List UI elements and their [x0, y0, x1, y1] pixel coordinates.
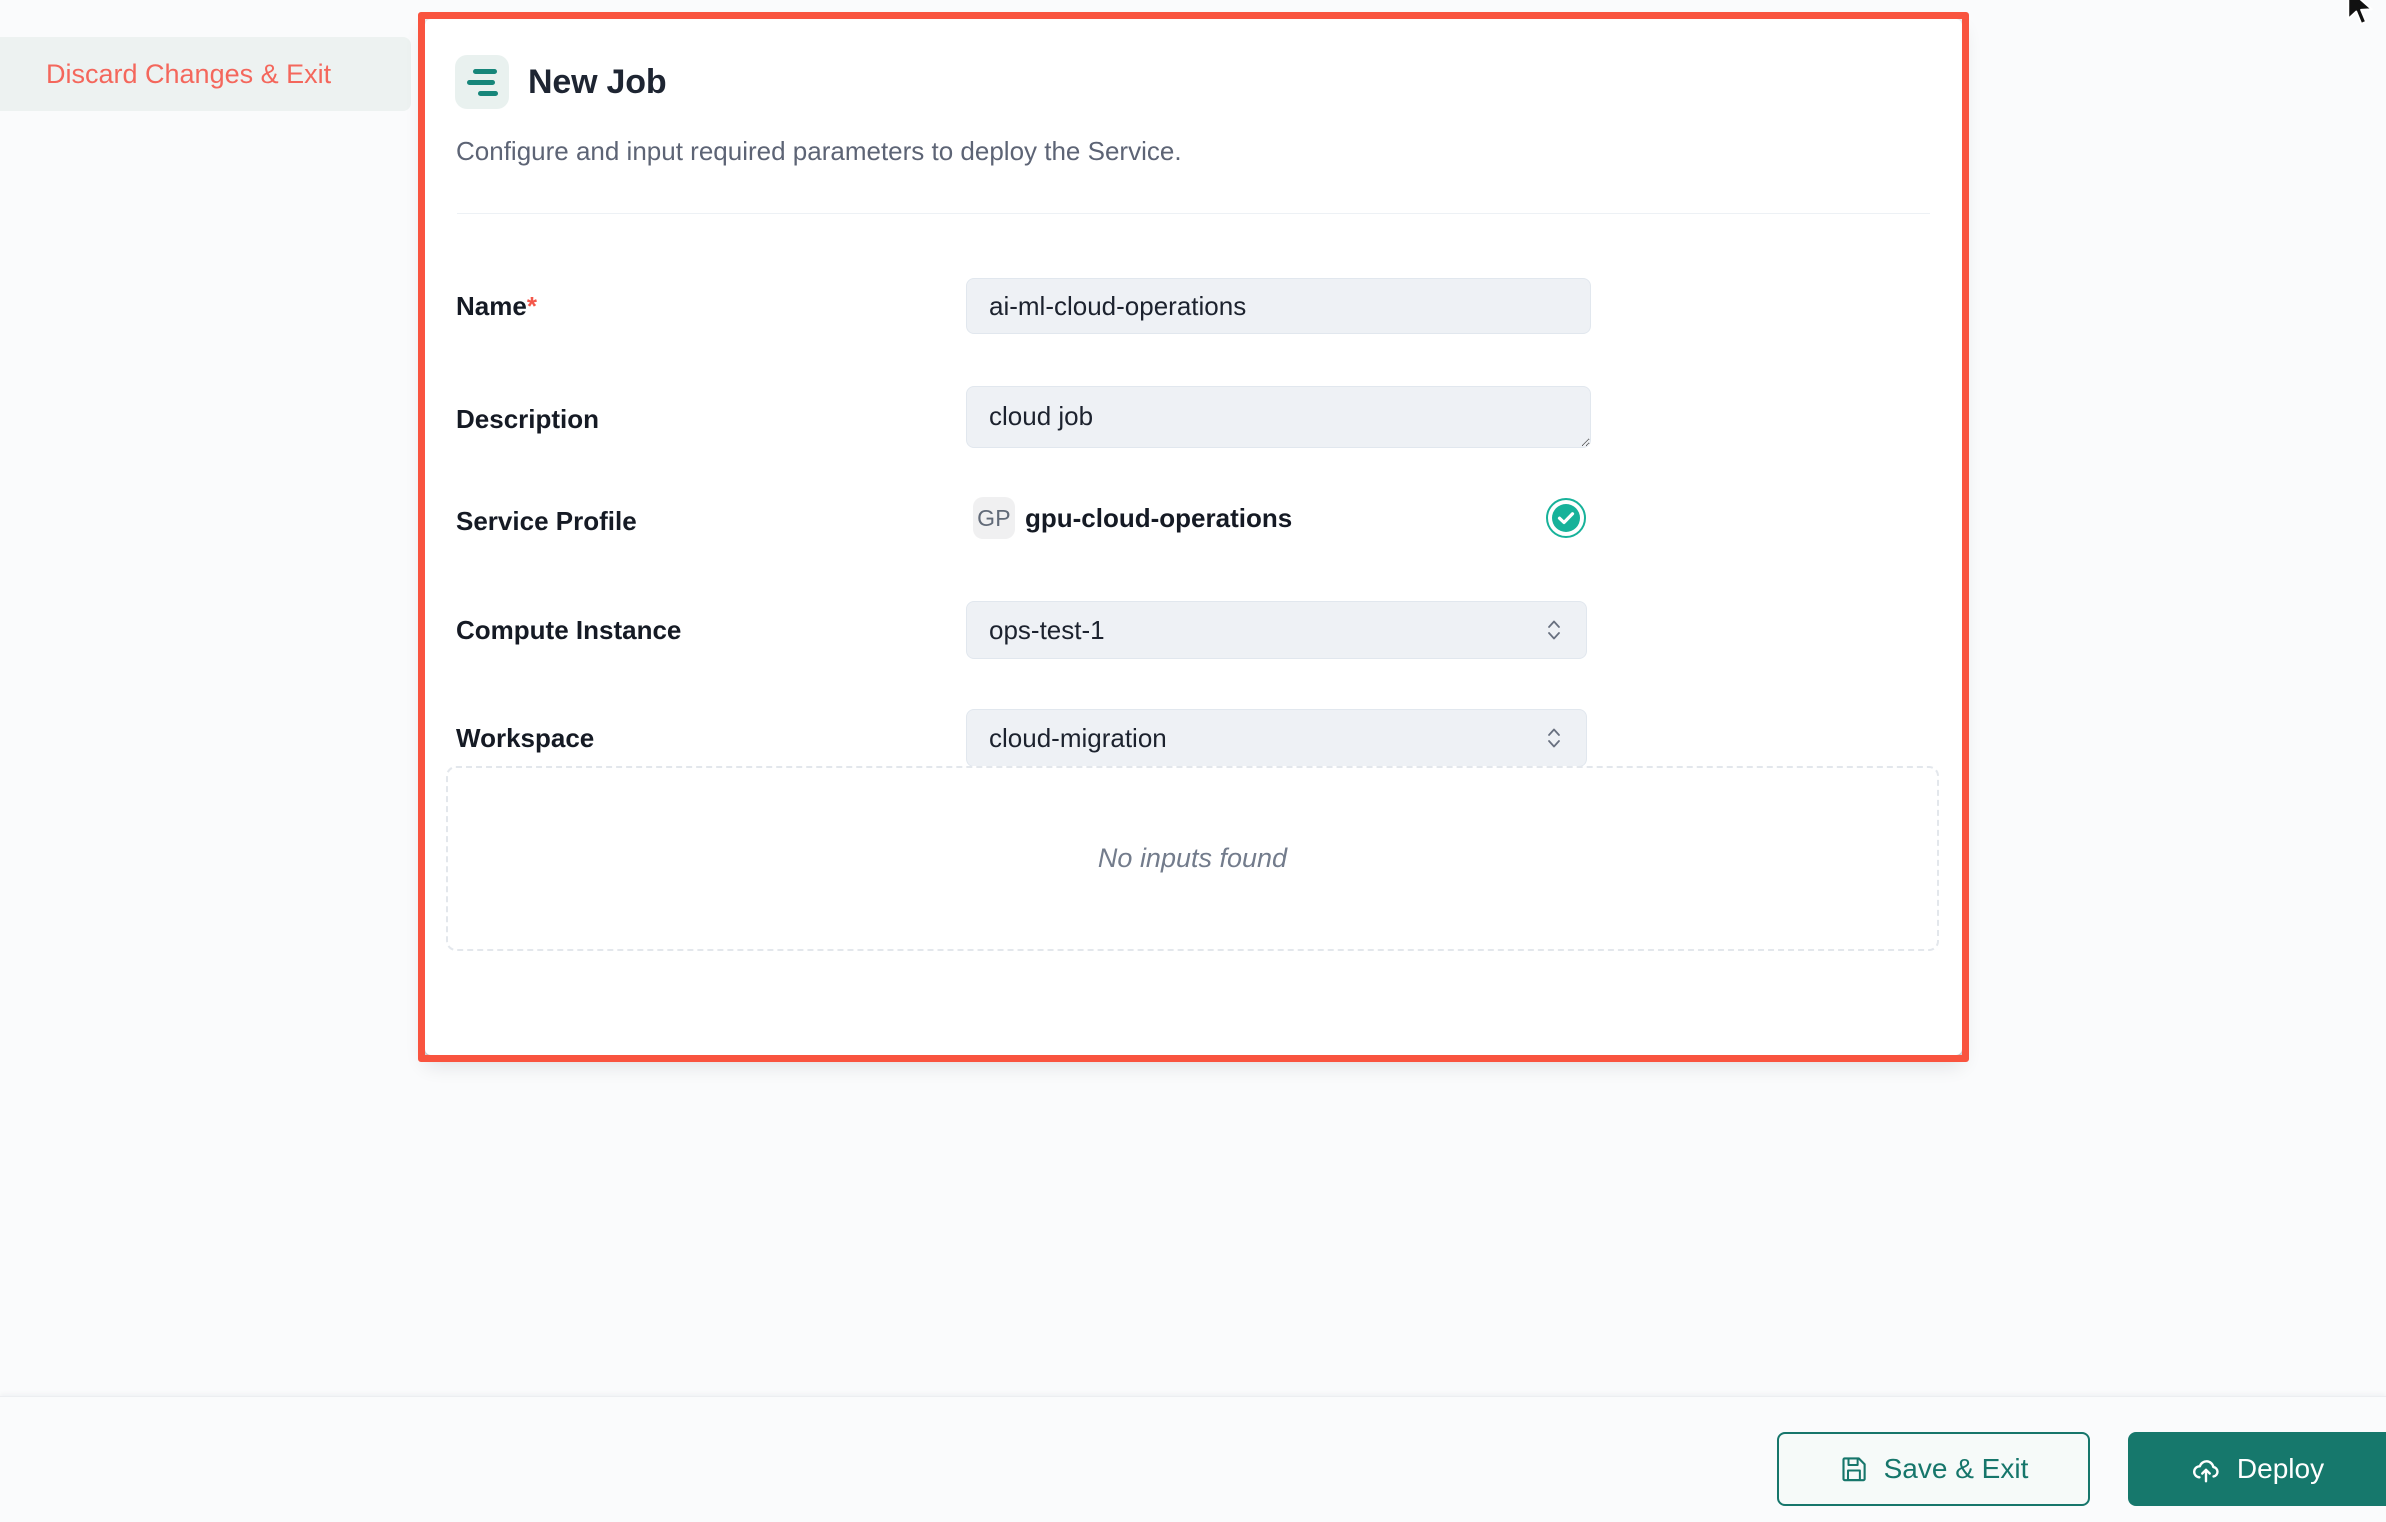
form-row-workspace: Workspace cloud-migration — [425, 702, 1962, 774]
form-row-description: Description — [425, 378, 1962, 460]
inputs-empty-text: No inputs found — [1097, 843, 1288, 873]
inputs-empty-panel: No inputs found — [446, 766, 1939, 951]
description-textarea[interactable] — [966, 386, 1591, 448]
form-row-service-profile: Service Profile GP gpu-cloud-operations — [425, 485, 1962, 557]
deploy-label: Deploy — [2236, 1453, 2325, 1484]
page-title: New Job — [528, 62, 667, 101]
label-name: Name* — [456, 270, 537, 342]
discard-changes-button[interactable]: Discard Changes & Exit — [0, 37, 411, 111]
save-and-exit-button[interactable]: Save & Exit — [1777, 1432, 2090, 1506]
required-asterisk: * — [526, 291, 537, 321]
service-profile-name: gpu-cloud-operations — [1025, 502, 1293, 533]
page-subtitle: Configure and input required parameters … — [456, 136, 1182, 166]
new-job-card: New Job Configure and input required par… — [425, 19, 1962, 1055]
workspace-value: cloud-migration — [989, 723, 1167, 753]
save-disk-icon — [1839, 1454, 1869, 1484]
compute-instance-value: ops-test-1 — [989, 615, 1105, 645]
service-profile-value[interactable]: GP gpu-cloud-operations — [973, 497, 1292, 539]
card-header: New Job Configure and input required par… — [425, 19, 1962, 214]
service-profile-avatar: GP — [973, 497, 1015, 539]
app-root: New Job Configure and input required par… — [0, 0, 2386, 1522]
label-description: Description — [456, 404, 600, 434]
mouse-cursor-icon — [2344, 0, 2378, 32]
card-header-title-row: New Job — [455, 55, 667, 109]
deploy-button[interactable]: Deploy — [2128, 1432, 2386, 1506]
workspace-select[interactable]: cloud-migration — [966, 709, 1587, 767]
name-input[interactable] — [966, 278, 1591, 334]
align-left-icon-bar-2 — [467, 79, 495, 85]
align-left-icon — [455, 55, 509, 109]
align-left-icon-bar-1 — [473, 68, 497, 74]
label-workspace: Workspace — [456, 723, 595, 753]
label-name-text: Name — [456, 291, 527, 321]
compute-instance-select[interactable]: ops-test-1 — [966, 601, 1587, 659]
chevron-updown-icon — [1546, 613, 1562, 647]
form-row-name: Name* — [425, 270, 1962, 342]
form-row-compute-instance: Compute Instance ops-test-1 — [425, 594, 1962, 666]
align-left-icon-bar-3 — [478, 90, 498, 96]
save-and-exit-label: Save & Exit — [1883, 1453, 2029, 1484]
check-circle-icon — [1546, 498, 1586, 538]
chevron-updown-icon — [1546, 721, 1562, 755]
header-divider — [457, 213, 1930, 214]
label-compute-instance: Compute Instance — [456, 615, 682, 645]
cloud-upload-icon — [2190, 1453, 2222, 1485]
label-service-profile: Service Profile — [456, 506, 637, 536]
